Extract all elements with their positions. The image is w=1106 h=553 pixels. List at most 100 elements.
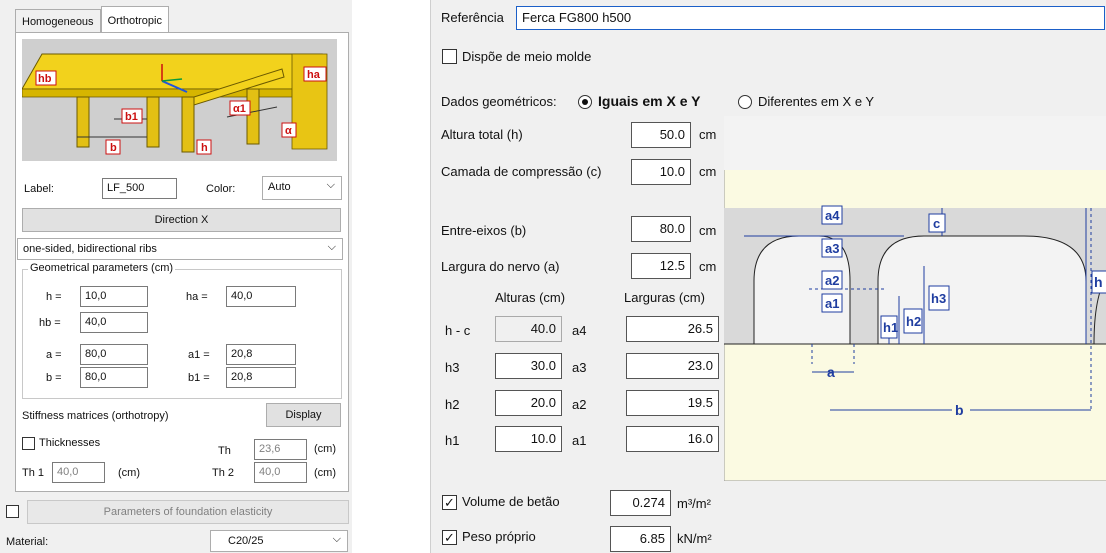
param-b-input[interactable]: 80,0 bbox=[80, 367, 148, 388]
reference-label: Referência bbox=[441, 10, 504, 25]
row-a4-label: a4 bbox=[572, 323, 587, 338]
a1-diagram-label: a1 bbox=[825, 296, 839, 311]
stiffness-label: Stiffness matrices (orthotropy) bbox=[22, 410, 169, 422]
axis-spacing-input[interactable]: 80.0 bbox=[631, 216, 691, 242]
rib-width-unit: cm bbox=[699, 259, 717, 274]
thicknesses-label: Thicknesses bbox=[39, 437, 101, 449]
row-h2-label: h2 bbox=[445, 397, 460, 412]
param-a1-label: a1 = bbox=[188, 349, 210, 361]
row-h1-label: h1 bbox=[445, 433, 460, 448]
foundation-elasticity-button[interactable]: Parameters of foundation elasticity bbox=[27, 500, 349, 524]
concrete-volume-label: Volume de betão bbox=[462, 494, 560, 509]
param-a-label: a = bbox=[46, 349, 62, 361]
row-h2-height[interactable]: 20.0 bbox=[495, 390, 562, 416]
label-input[interactable]: LF_500 bbox=[102, 178, 177, 199]
param-ha-label: ha = bbox=[186, 291, 208, 303]
row-h3-height[interactable]: 30.0 bbox=[495, 353, 562, 379]
self-weight-value: 6.85 bbox=[610, 526, 671, 552]
compression-layer-input[interactable]: 10.0 bbox=[631, 159, 691, 185]
rib-width-input[interactable]: 12.5 bbox=[631, 253, 691, 279]
self-weight-label: Peso próprio bbox=[462, 529, 536, 544]
color-value: Auto bbox=[268, 181, 291, 193]
color-caption: Color: bbox=[206, 183, 236, 195]
axis-spacing-label: Entre-eixos (b) bbox=[441, 223, 527, 238]
self-weight-checkbox[interactable]: ✓ bbox=[442, 530, 457, 545]
axis-spacing-unit: cm bbox=[699, 223, 717, 238]
display-button[interactable]: Display bbox=[266, 403, 341, 427]
b-label: b bbox=[110, 142, 117, 154]
half-mold-checkbox[interactable] bbox=[442, 49, 457, 64]
row-a1-label: a1 bbox=[572, 433, 587, 448]
concrete-volume-unit: m³/m² bbox=[677, 496, 711, 511]
rib-section-diagram: a4 a3 a2 a1 c h h3 h2 h1 a b bbox=[724, 116, 1106, 481]
th-label: Th bbox=[218, 445, 231, 457]
th1-input[interactable]: 40,0 bbox=[52, 462, 105, 483]
c-diagram-label: c bbox=[933, 216, 940, 231]
param-hb-label: hb = bbox=[39, 317, 61, 329]
different-xy-radio[interactable] bbox=[738, 95, 752, 109]
geometrical-parameters-title: Geometrical parameters (cm) bbox=[28, 262, 176, 274]
th2-unit: (cm) bbox=[314, 467, 336, 479]
slab-properties-panel: Homogeneous Orthotropic hb ha b1 α1 b h … bbox=[0, 0, 352, 553]
h2-diagram-label: h2 bbox=[906, 314, 921, 329]
tab-homogeneous[interactable]: Homogeneous bbox=[15, 9, 101, 33]
equal-xy-radio[interactable] bbox=[578, 95, 592, 109]
foundation-elasticity-checkbox[interactable] bbox=[6, 505, 19, 518]
ha-label: ha bbox=[307, 69, 321, 81]
material-label: Material: bbox=[6, 536, 49, 548]
row-a4-width[interactable]: 26.5 bbox=[626, 316, 719, 342]
row-hc-label: h - c bbox=[445, 323, 471, 338]
param-b-label: b = bbox=[46, 372, 62, 384]
th1-label: Th 1 bbox=[22, 467, 45, 479]
param-h-label: h = bbox=[46, 291, 62, 303]
material-value: C20/25 bbox=[228, 535, 264, 547]
rib-geometry-panel: Referência Ferca FG800 h500 Dispõe de me… bbox=[430, 0, 1106, 553]
thicknesses-checkbox[interactable] bbox=[22, 437, 35, 450]
compression-layer-unit: cm bbox=[699, 164, 717, 179]
th-input[interactable]: 23,6 bbox=[254, 439, 307, 460]
row-h1-height[interactable]: 10.0 bbox=[495, 426, 562, 452]
compression-layer-label: Camada de compressão (c) bbox=[441, 164, 602, 179]
reference-input[interactable]: Ferca FG800 h500 bbox=[516, 6, 1105, 30]
rib-type-select[interactable]: one-sided, bidirectional ribs ⌵ bbox=[17, 238, 343, 260]
a-diagram-label: a bbox=[827, 364, 835, 380]
a2-diagram-label: a2 bbox=[825, 273, 839, 288]
row-a2-label: a2 bbox=[572, 397, 587, 412]
row-a3-width[interactable]: 23.0 bbox=[626, 353, 719, 379]
a3-diagram-label: a3 bbox=[825, 241, 839, 256]
th2-label: Th 2 bbox=[212, 467, 235, 479]
color-select[interactable]: Auto ⌵ bbox=[262, 176, 342, 200]
label-caption: Label: bbox=[24, 183, 54, 195]
param-a1-input[interactable]: 20,8 bbox=[226, 344, 296, 365]
h-diagram-label: h bbox=[1094, 274, 1103, 290]
rib-type-value: one-sided, bidirectional ribs bbox=[23, 243, 157, 255]
param-ha-input[interactable]: 40,0 bbox=[226, 286, 296, 307]
self-weight-unit: kN/m² bbox=[677, 531, 712, 546]
param-b1-input[interactable]: 20,8 bbox=[226, 367, 296, 388]
tab-bar: Homogeneous Orthotropic bbox=[15, 6, 169, 33]
b-diagram-label: b bbox=[955, 402, 964, 418]
row-a1-width[interactable]: 16.0 bbox=[626, 426, 719, 452]
row-a3-label: a3 bbox=[572, 360, 587, 375]
row-hc-height: 40.0 bbox=[495, 316, 562, 342]
hb-label: hb bbox=[38, 73, 52, 85]
row-a2-width[interactable]: 19.5 bbox=[626, 390, 719, 416]
h-label: h bbox=[201, 142, 208, 154]
param-h-input[interactable]: 10,0 bbox=[80, 286, 148, 307]
different-xy-label: Diferentes em X e Y bbox=[758, 94, 875, 109]
param-hb-input[interactable]: 40,0 bbox=[80, 312, 148, 333]
ribbed-slab-illustration: hb ha b1 α1 b h α bbox=[22, 39, 337, 161]
h1-diagram-label: h1 bbox=[883, 320, 898, 335]
material-select[interactable]: C20/25 ⌵ bbox=[210, 530, 348, 552]
concrete-volume-checkbox[interactable]: ✓ bbox=[442, 495, 457, 510]
tab-orthotropic[interactable]: Orthotropic bbox=[100, 6, 169, 32]
chevron-down-icon: ⌵ bbox=[332, 533, 341, 545]
param-a-input[interactable]: 80,0 bbox=[80, 344, 148, 365]
th2-input[interactable]: 40,0 bbox=[254, 462, 307, 483]
total-height-label: Altura total (h) bbox=[441, 127, 523, 142]
heights-header: Alturas (cm) bbox=[495, 290, 566, 305]
direction-x-button[interactable]: Direction X bbox=[22, 208, 341, 232]
th1-unit: (cm) bbox=[118, 467, 140, 479]
total-height-input[interactable]: 50.0 bbox=[631, 122, 691, 148]
b1-label: b1 bbox=[125, 111, 138, 123]
